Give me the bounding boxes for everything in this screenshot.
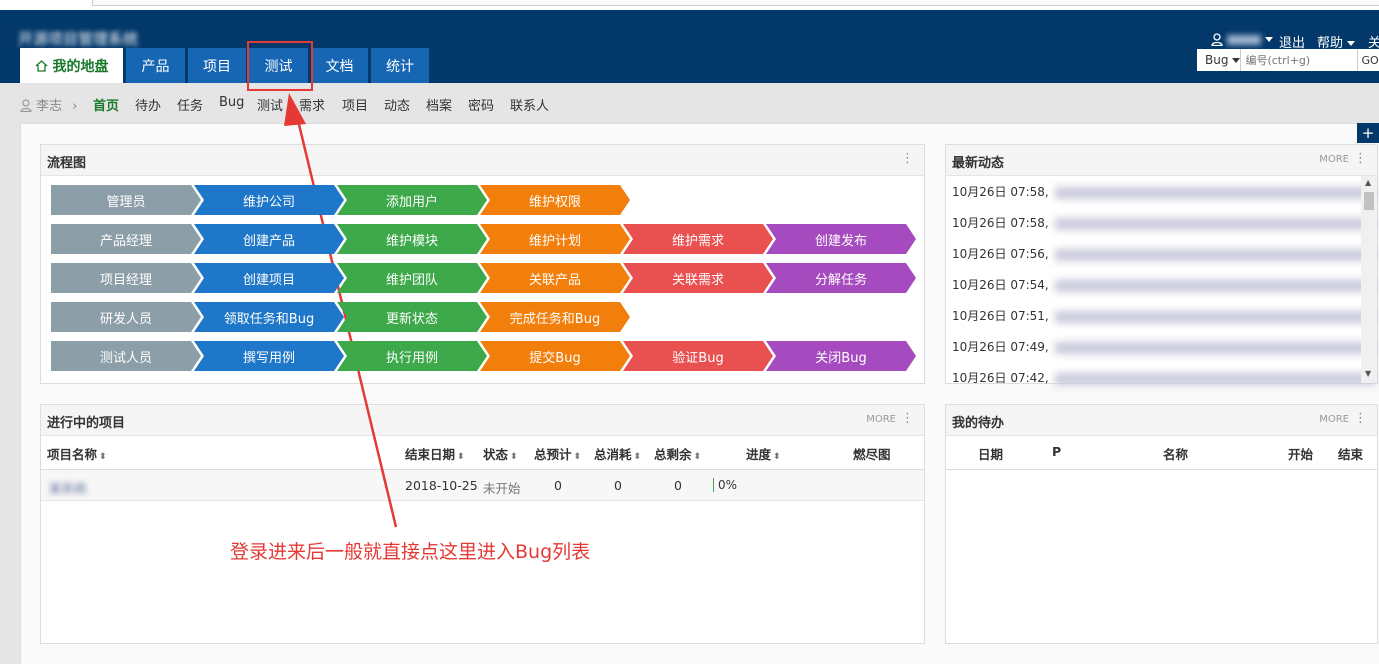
- flow-step[interactable]: 分解任务: [766, 263, 916, 293]
- flow-step[interactable]: 维护模块: [337, 224, 487, 254]
- flow-step[interactable]: 提交Bug: [480, 341, 630, 371]
- flow-step[interactable]: 维护计划: [480, 224, 630, 254]
- flow-step[interactable]: 完成任务和Bug: [480, 302, 630, 332]
- flow-step[interactable]: 关联需求: [623, 263, 773, 293]
- flow-step[interactable]: 研发人员: [51, 302, 201, 332]
- flow-step[interactable]: 关闭Bug: [766, 341, 916, 371]
- flow-step[interactable]: 项目经理: [51, 263, 201, 293]
- flow-step[interactable]: 撰写用例: [194, 341, 344, 371]
- flow-step[interactable]: 测试人员: [51, 341, 201, 371]
- flow-step[interactable]: 执行用例: [337, 341, 487, 371]
- flow-step[interactable]: 验证Bug: [623, 341, 773, 371]
- flow-step[interactable]: 创建发布: [766, 224, 916, 254]
- flow-row: 项目经理 创建项目 维护团队 关联产品 关联需求 分解任务: [51, 263, 921, 293]
- annotation-arrow: [284, 93, 398, 528]
- flow-row: 测试人员 撰写用例 执行用例 提交Bug 验证Bug 关闭Bug: [51, 341, 921, 371]
- flow-step[interactable]: 维护公司: [194, 185, 344, 215]
- flow-step[interactable]: 管理员: [51, 185, 201, 215]
- flow-step[interactable]: 维护团队: [337, 263, 487, 293]
- flow-step[interactable]: 领取任务和Bug: [194, 302, 344, 332]
- flow-step[interactable]: 创建产品: [194, 224, 344, 254]
- arrow-head: [284, 93, 306, 126]
- flow-step[interactable]: 产品经理: [51, 224, 201, 254]
- flow-step[interactable]: 创建项目: [194, 263, 344, 293]
- flow-step[interactable]: 更新状态: [337, 302, 487, 332]
- annotation-text: 登录进来后一般就直接点这里进入Bug列表: [230, 541, 591, 563]
- flow-row: 产品经理 创建产品 维护模块 维护计划 维护需求 创建发布: [51, 224, 921, 254]
- flow-step[interactable]: 关联产品: [480, 263, 630, 293]
- flow-step[interactable]: 维护权限: [480, 185, 630, 215]
- flow-step[interactable]: 添加用户: [337, 185, 487, 215]
- flow-step[interactable]: 维护需求: [623, 224, 773, 254]
